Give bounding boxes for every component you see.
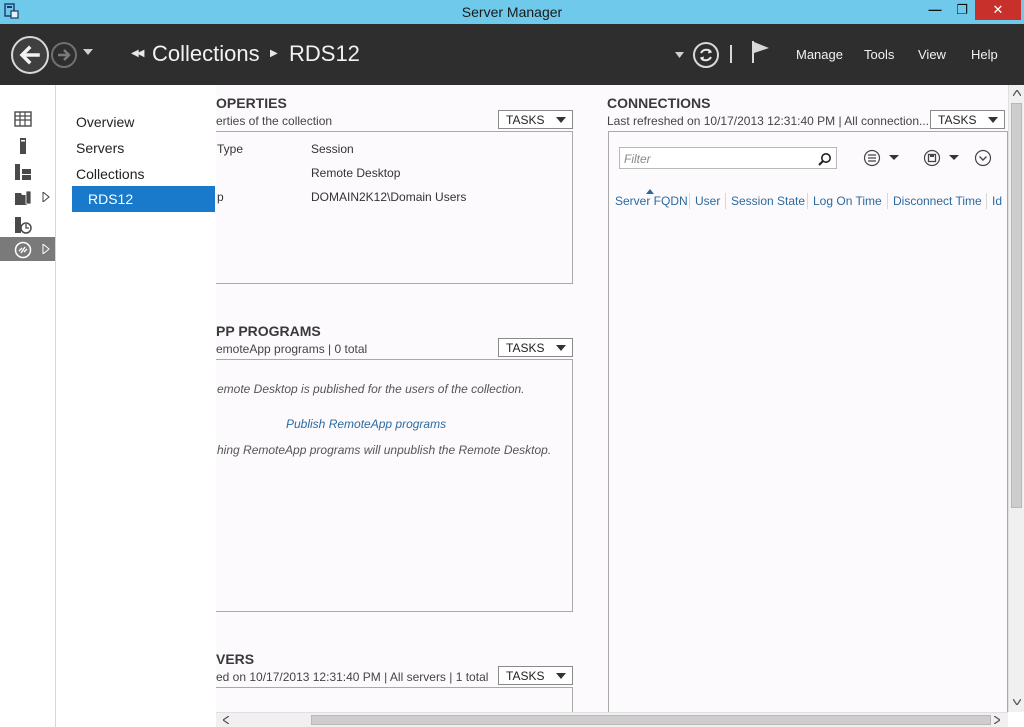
chevron-down-icon	[988, 117, 998, 123]
column-user[interactable]: User	[695, 194, 720, 208]
main-content: OPERTIES erties of the collection TASKS …	[216, 85, 1008, 712]
column-server-fqdn[interactable]: Server FQDN	[615, 194, 688, 208]
servers-title: VERS	[216, 651, 255, 667]
all-servers-icon	[15, 164, 31, 180]
maximize-button[interactable]: ❐	[949, 0, 975, 20]
vertical-scroll-thumb[interactable]	[1011, 103, 1022, 508]
breadcrumb-collections[interactable]: Collections	[152, 41, 260, 67]
connections-subtitle: Last refreshed on 10/17/2013 12:31:40 PM…	[607, 114, 930, 128]
remoteapp-tasks-button[interactable]: TASKS	[498, 338, 573, 357]
nav-collections[interactable]: Collections	[76, 166, 144, 182]
collection-nav: Overview Servers Collections RDS12	[56, 85, 216, 727]
property-value: Session	[311, 142, 354, 156]
rail-local-server[interactable]	[0, 133, 55, 157]
column-log-on-time[interactable]: Log On Time	[813, 194, 882, 208]
column-separator	[887, 193, 888, 209]
dashboard-icon	[14, 111, 32, 127]
menu-help[interactable]: Help	[971, 47, 998, 62]
scroll-up-icon[interactable]	[1013, 90, 1021, 96]
properties-title: OPERTIES	[216, 95, 287, 111]
property-label: Type	[217, 142, 244, 156]
back-arrow-icon	[19, 45, 40, 65]
horizontal-scroll-thumb[interactable]	[311, 715, 991, 725]
history-dropdown-icon[interactable]	[83, 48, 93, 56]
remoteapp-info-text: emote Desktop is published for the users…	[217, 382, 525, 396]
iis-icon	[15, 217, 32, 234]
rail-all-servers[interactable]	[0, 159, 55, 183]
notifications-flag-icon[interactable]	[751, 40, 771, 64]
nav-rds12[interactable]: RDS12	[72, 186, 215, 212]
header-separator	[730, 45, 732, 63]
rail-file-storage[interactable]	[0, 185, 55, 209]
window-title: Server Manager	[461, 4, 563, 20]
list-options-icon[interactable]	[863, 149, 903, 167]
column-id[interactable]: Id	[992, 194, 1002, 208]
scroll-down-icon[interactable]	[1013, 699, 1021, 705]
rail-iis[interactable]	[0, 212, 55, 236]
vertical-scrollbar[interactable]	[1008, 85, 1024, 712]
nav-rds12-label: RDS12	[88, 191, 134, 207]
breadcrumb-rds12: RDS12	[289, 41, 360, 66]
column-separator	[725, 193, 726, 209]
column-session-state[interactable]: Session State	[731, 194, 805, 208]
minimize-button[interactable]: —	[921, 0, 949, 20]
chevron-down-icon	[556, 117, 566, 123]
expand-caret-icon[interactable]	[42, 244, 50, 254]
menu-manage[interactable]: Manage	[796, 47, 843, 62]
refresh-button[interactable]	[693, 42, 719, 68]
servers-tasks-button[interactable]: TASKS	[498, 666, 573, 685]
connections-panel	[608, 131, 1008, 712]
remote-desktop-icon	[14, 241, 32, 259]
local-server-icon	[20, 138, 26, 154]
menu-tools[interactable]: Tools	[864, 47, 894, 62]
remoteapp-warning-text: hing RemoteApp programs will unpublish t…	[217, 443, 552, 457]
forward-button[interactable]	[51, 42, 77, 68]
remoteapp-title: PP PROGRAMS	[216, 323, 321, 339]
servers-subtitle: ed on 10/17/2013 12:31:40 PM | All serve…	[216, 670, 489, 684]
rail-dashboard[interactable]	[0, 107, 55, 131]
connections-title: CONNECTIONS	[607, 95, 711, 111]
property-label: p	[217, 190, 224, 204]
servers-panel	[216, 687, 573, 712]
header-bar: ◀◀ Collections ▶ RDS12 Manage Tools View…	[0, 24, 1024, 85]
title-bar: Server Manager — ❐ ✕	[0, 0, 1024, 24]
forward-arrow-icon	[58, 49, 71, 61]
chevron-down-icon	[556, 345, 566, 351]
scroll-right-icon[interactable]	[994, 716, 1000, 724]
close-button[interactable]: ✕	[975, 0, 1021, 20]
property-value: Remote Desktop	[311, 166, 401, 180]
file-storage-icon	[15, 190, 32, 205]
column-separator	[986, 193, 987, 209]
menu-view[interactable]: View	[918, 47, 946, 62]
nav-servers[interactable]: Servers	[76, 140, 124, 156]
properties-subtitle: erties of the collection	[216, 114, 333, 128]
properties-tasks-button[interactable]: TASKS	[498, 110, 573, 129]
property-value: DOMAIN2K12\Domain Users	[311, 190, 467, 204]
column-disconnect-time[interactable]: Disconnect Time	[893, 194, 982, 208]
properties-panel: Type Session Remote Desktop p DOMAIN2K12…	[216, 131, 573, 284]
remoteapp-subtitle: emoteApp programs | 0 total	[216, 342, 368, 356]
horizontal-scrollbar[interactable]	[216, 712, 1008, 727]
remoteapp-panel: emote Desktop is published for the users…	[216, 359, 573, 612]
scroll-left-icon[interactable]	[223, 716, 229, 724]
search-icon	[818, 153, 831, 166]
connections-tasks-button[interactable]: TASKS	[930, 110, 1005, 129]
header-dropdown-icon[interactable]	[675, 52, 684, 58]
expand-caret-icon[interactable]	[42, 192, 50, 202]
filter-input[interactable]: Filter	[619, 147, 837, 169]
back-button[interactable]	[11, 36, 49, 74]
breadcrumb-root-arrows[interactable]: ◀◀	[131, 48, 144, 59]
icon-rail	[0, 85, 56, 727]
column-separator	[807, 193, 808, 209]
expand-collapse-icon[interactable]	[974, 149, 992, 167]
chevron-down-icon	[556, 673, 566, 679]
column-separator	[689, 193, 690, 209]
rail-remote-desktop-services[interactable]	[0, 237, 55, 261]
breadcrumb-separator-icon: ▶	[270, 48, 278, 59]
nav-overview[interactable]: Overview	[76, 114, 134, 130]
refresh-icon	[700, 48, 712, 62]
publish-remoteapp-link[interactable]: Publish RemoteApp programs	[286, 417, 446, 431]
save-query-icon[interactable]	[923, 149, 963, 167]
